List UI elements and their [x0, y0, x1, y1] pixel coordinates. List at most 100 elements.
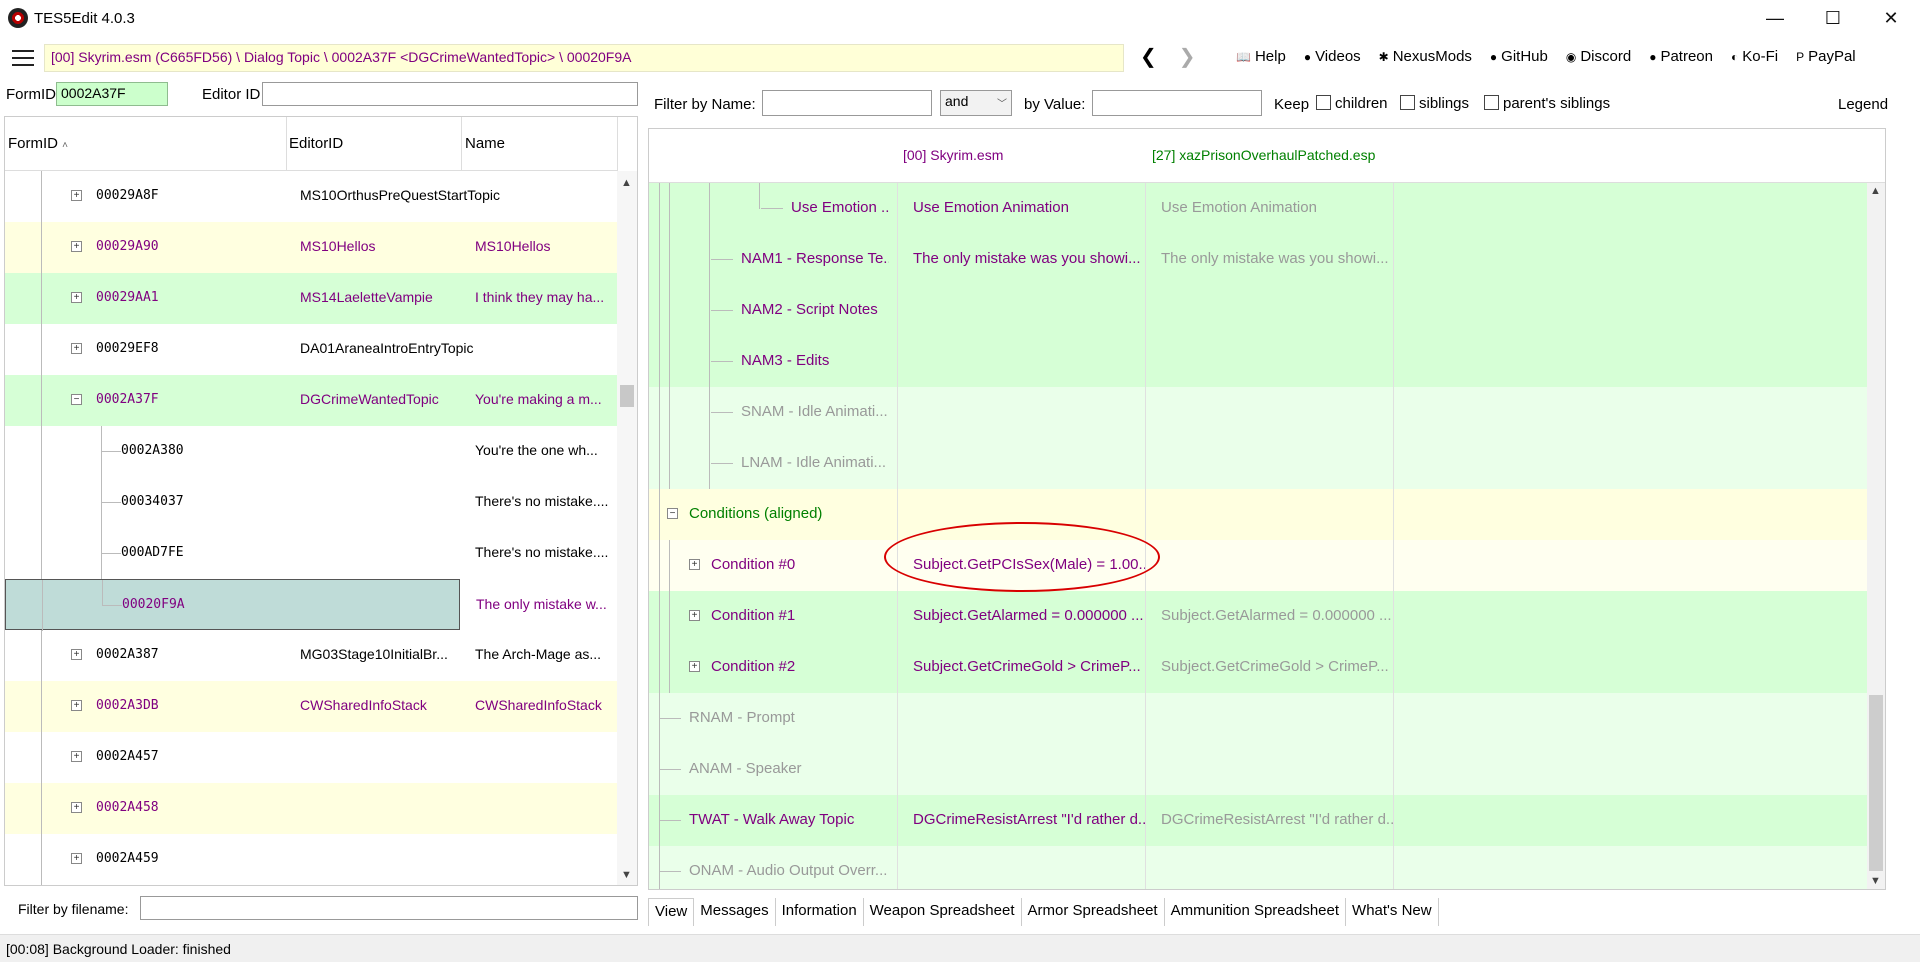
expand-icon[interactable]: +: [71, 190, 82, 201]
tree-row[interactable]: +00029A90 MS10Hellos MS10Hellos: [5, 222, 617, 273]
id-search-bar: FormID 0002A37F Editor ID: [0, 80, 640, 110]
legend-button[interactable]: Legend: [1838, 96, 1888, 113]
tree-row[interactable]: +00029A8F MS10OrthusPreQuestStartTopic: [5, 171, 617, 222]
grid-row[interactable]: ONAM - Audio Output Overr...: [649, 846, 1885, 889]
tab-what-s-new[interactable]: What's New: [1346, 898, 1439, 926]
expand-icon[interactable]: +: [71, 292, 82, 303]
tree-row[interactable]: +0002A457: [5, 732, 617, 783]
grid-row[interactable]: ANAM - Speaker: [649, 744, 1885, 795]
collapse-icon[interactable]: −: [667, 508, 678, 519]
tab-information[interactable]: Information: [776, 898, 864, 926]
filter-name-input[interactable]: [762, 90, 932, 116]
maximize-icon[interactable]: ☐: [1804, 0, 1862, 36]
tree-line: [711, 412, 733, 413]
tab-armor-spreadsheet[interactable]: Armor Spreadsheet: [1022, 898, 1165, 926]
tree-row[interactable]: +0002A387 MG03Stage10InitialBr... The Arch…: [5, 630, 617, 681]
grid-row[interactable]: NAM1 - Response Te... The only mistake wa…: [649, 234, 1885, 285]
scroll-up-icon[interactable]: ▲: [621, 177, 632, 189]
parents-siblings-checkbox[interactable]: parent's siblings: [1484, 95, 1610, 112]
column-header-editorid[interactable]: EditorID: [289, 135, 343, 152]
link-patreon[interactable]: ● Patreon: [1649, 48, 1713, 65]
tree-row[interactable]: +0002A458: [5, 783, 617, 834]
siblings-checkbox[interactable]: siblings: [1400, 95, 1469, 112]
tab-ammunition-spreadsheet[interactable]: Ammunition Spreadsheet: [1165, 898, 1347, 926]
scrollbar-thumb[interactable]: [620, 385, 634, 407]
tree-row[interactable]: 000AD7FE There's no mistake....: [5, 528, 617, 579]
children-checkbox[interactable]: children: [1316, 95, 1388, 112]
paypal-icon: P: [1796, 49, 1805, 64]
grid-row[interactable]: + Condition #1 Subject.GetAlarmed = 0.0000…: [649, 591, 1885, 642]
column-header-skyrim[interactable]: [00] Skyrim.esm: [903, 147, 1003, 163]
tree-line: [659, 183, 660, 234]
filename-filter: Filter by filename:: [0, 892, 640, 924]
link-nexusmods[interactable]: ✱ NexusMods: [1379, 48, 1472, 65]
tree-row[interactable]: 00034037 There's no mistake....: [5, 477, 617, 528]
editorid-input[interactable]: [262, 82, 638, 106]
scrollbar-thumb[interactable]: [1869, 695, 1883, 871]
link-discord[interactable]: ◉ Discord: [1566, 48, 1631, 65]
grid-row[interactable]: TWAT - Walk Away Topic DGCrimeResistArres…: [649, 795, 1885, 846]
tree-row[interactable]: +0002A459: [5, 834, 617, 885]
tab-messages[interactable]: Messages: [694, 898, 776, 926]
grid-row[interactable]: + Condition #0 Subject.GetPCIsSex(Male) = …: [649, 540, 1885, 591]
grid-scrollbar[interactable]: ▲ ▼: [1867, 183, 1885, 889]
operator-select[interactable]: and ﹀: [940, 90, 1012, 116]
tree-row[interactable]: +00029AA1 MS14LaeletteVampie I think they …: [5, 273, 617, 324]
expand-icon[interactable]: +: [71, 853, 82, 864]
expand-icon[interactable]: +: [71, 343, 82, 354]
expand-icon[interactable]: +: [689, 610, 700, 621]
grid-row[interactable]: + Condition #2 Subject.GetCrimeGold > Crim…: [649, 642, 1885, 693]
expand-icon[interactable]: +: [71, 649, 82, 660]
menu-icon[interactable]: [12, 50, 34, 66]
expand-icon[interactable]: +: [71, 802, 82, 813]
scroll-down-icon[interactable]: ▼: [621, 869, 632, 881]
link-help[interactable]: 📖 Help: [1236, 48, 1286, 65]
tree-scrollbar[interactable]: ▲ ▼: [617, 171, 637, 885]
grid-row[interactable]: NAM3 - Edits: [649, 336, 1885, 387]
collapse-icon[interactable]: −: [71, 394, 82, 405]
formid-input[interactable]: 0002A37F: [56, 82, 168, 106]
grid-row[interactable]: RNAM - Prompt: [649, 693, 1885, 744]
link-kofi[interactable]: ◐ Ko-Fi: [1731, 48, 1778, 65]
row-label: LNAM - Idle Animati...: [741, 454, 887, 471]
grid-row[interactable]: LNAM - Idle Animati...: [649, 438, 1885, 489]
grid-row[interactable]: − Conditions (aligned): [649, 489, 1885, 540]
filter-filename-input[interactable]: [140, 896, 638, 920]
expand-icon[interactable]: +: [71, 700, 82, 711]
grid-row[interactable]: SNAM - Idle Animati...: [649, 387, 1885, 438]
grid-row[interactable]: NAM2 - Script Notes: [649, 285, 1885, 336]
expand-icon[interactable]: +: [689, 661, 700, 672]
link-paypal[interactable]: P PayPal: [1796, 48, 1856, 65]
tab-weapon-spreadsheet[interactable]: Weapon Spreadsheet: [864, 898, 1022, 926]
by-value-input[interactable]: [1092, 90, 1262, 116]
tree-line: [669, 591, 670, 642]
link-github[interactable]: ● GitHub: [1490, 48, 1548, 65]
back-arrow-icon[interactable]: ❮: [1140, 44, 1157, 69]
tree-row[interactable]: − 0002A37F DGCrimeWantedTopic You're making…: [5, 375, 617, 426]
scroll-up-icon[interactable]: ▲: [1870, 185, 1881, 197]
expand-icon[interactable]: +: [71, 241, 82, 252]
row-editorid: MG03Stage10InitialBr...: [300, 646, 448, 662]
tab-view[interactable]: View: [648, 898, 695, 926]
forward-arrow-icon[interactable]: ❯: [1179, 44, 1196, 69]
row-value-skyrim: The only mistake was you showi...: [913, 250, 1141, 267]
column-separator: [897, 336, 898, 387]
grid-row[interactable]: Use Emotion ... Use Emotion Animation Use …: [649, 183, 1885, 234]
link-label: Help: [1254, 48, 1286, 65]
minimize-icon[interactable]: —: [1746, 0, 1804, 36]
expand-icon[interactable]: +: [71, 751, 82, 762]
tree-row[interactable]: 0002A380 You're the one wh...: [5, 426, 617, 477]
row-label: RNAM - Prompt: [689, 709, 795, 726]
expand-icon[interactable]: +: [689, 559, 700, 570]
tree-row[interactable]: 00020F9A The only mistake w...: [5, 579, 607, 631]
column-header-plugin[interactable]: [27] xazPrisonOverhaulPatched.esp: [1152, 147, 1375, 163]
scroll-down-icon[interactable]: ▼: [1870, 875, 1881, 887]
column-header-formid[interactable]: FormID ˄: [8, 135, 68, 152]
close-icon[interactable]: ✕: [1862, 0, 1920, 36]
record-path[interactable]: [00] Skyrim.esm (C665FD56) \ Dialog Topi…: [44, 44, 1124, 72]
link-videos[interactable]: ● Videos: [1304, 48, 1361, 65]
tree-row[interactable]: +00029EF8 DA01AraneaIntroEntryTopic: [5, 324, 617, 375]
column-header-name[interactable]: Name: [465, 135, 505, 152]
tree-row[interactable]: +0002A3DB CWSharedInfoStack CWSharedInfoSt…: [5, 681, 617, 732]
tree-line: [659, 489, 660, 540]
